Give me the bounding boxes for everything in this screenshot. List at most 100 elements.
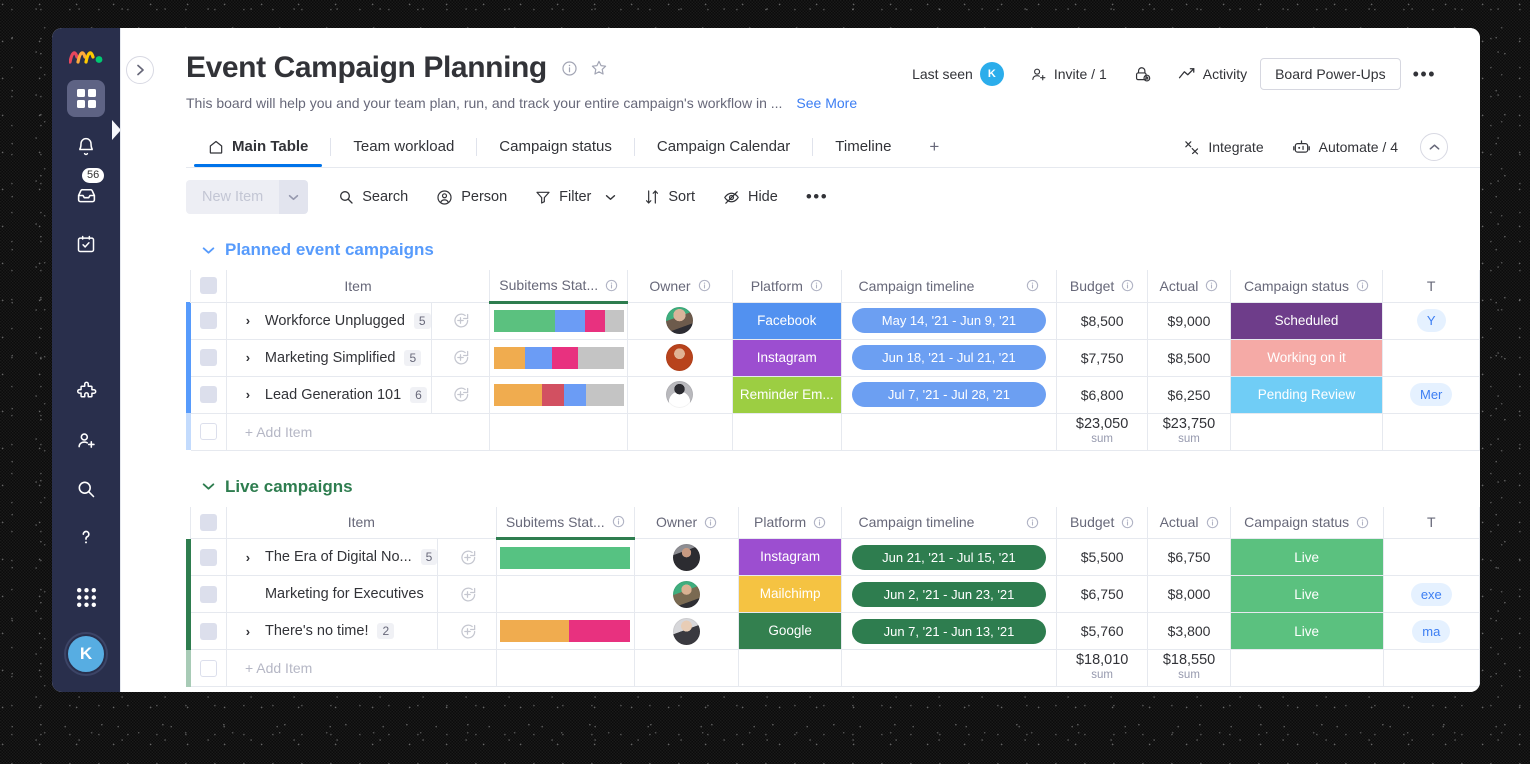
add-update-cell[interactable] (437, 612, 497, 650)
add-update-cell[interactable] (437, 575, 497, 613)
column-header-owner[interactable]: Owner (627, 270, 733, 303)
avatar[interactable] (666, 381, 694, 408)
avatar[interactable] (666, 307, 694, 334)
row-checkbox[interactable] (199, 659, 217, 677)
budget-cell[interactable]: $5,760 (1055, 612, 1149, 650)
table-row[interactable]: › Workforce Unplugged 5 Facebook May 14,… (186, 301, 1480, 340)
sidebar-item-home-grid[interactable] (67, 79, 105, 117)
toolbar-more-button[interactable]: ••• (792, 186, 842, 208)
platform-cell[interactable]: Instagram (731, 338, 842, 377)
row-checkbox[interactable] (199, 349, 217, 366)
row-checkbox-cell[interactable] (190, 301, 227, 340)
item-name-cell[interactable]: › Workforce Unplugged 5 (225, 301, 432, 340)
info-icon[interactable] (810, 279, 823, 292)
add-item-cell[interactable]: + Add Item (225, 412, 491, 451)
row-checkbox-cell[interactable] (190, 538, 227, 576)
subitems-status-cell[interactable] (489, 338, 629, 377)
row-checkbox-cell[interactable] (190, 375, 227, 414)
table-row[interactable]: › There's no time! 2 Google Jun 7, '21 -… (186, 612, 1480, 650)
table-row[interactable]: › Marketing Simplified 5 Instagram Jun 1… (186, 338, 1480, 377)
owner-cell[interactable] (627, 375, 733, 414)
info-icon[interactable] (704, 516, 717, 529)
status-cell[interactable]: Live (1229, 538, 1384, 576)
owner-cell[interactable] (633, 612, 740, 650)
sort-button[interactable]: Sort (630, 183, 709, 211)
column-header-tags[interactable]: T (1382, 506, 1480, 539)
column-header-item[interactable]: Item (225, 270, 491, 303)
sidebar-item-apps[interactable] (67, 373, 105, 410)
tab-team-workload[interactable]: Team workload (331, 128, 476, 166)
column-header-actual[interactable]: Actual (1147, 506, 1231, 539)
expand-subitems-icon[interactable]: › (237, 350, 259, 365)
invite-button[interactable]: Invite / 1 (1017, 66, 1120, 83)
sidebar-item-inbox[interactable]: 56 (67, 168, 105, 214)
timeline-cell[interactable]: Jul 7, '21 - Jul 28, '21 (840, 375, 1057, 414)
actual-cell[interactable]: $8,000 (1147, 575, 1231, 613)
item-name-cell[interactable]: › The Era of Digital No... 5 (225, 538, 439, 576)
status-cell[interactable]: Pending Review (1229, 375, 1384, 414)
column-header-owner[interactable]: Owner (633, 506, 740, 539)
info-icon[interactable] (1121, 516, 1134, 529)
add-item-row[interactable]: + Add Item $23,050 sum $23,750 sum (186, 412, 1480, 451)
owner-cell[interactable] (633, 575, 740, 613)
timeline-cell[interactable]: Jun 2, '21 - Jun 23, '21 (840, 575, 1057, 613)
timeline-cell[interactable]: Jun 18, '21 - Jul 21, '21 (840, 338, 1057, 377)
tags-cell[interactable]: Y (1382, 301, 1480, 340)
search-button[interactable]: Search (324, 183, 422, 211)
sidebar-item-notifications[interactable] (67, 129, 105, 166)
row-checkbox-cell[interactable] (190, 412, 227, 451)
tags-cell[interactable]: Mer (1382, 375, 1480, 414)
column-header-tags[interactable]: T (1382, 270, 1480, 303)
info-icon[interactable] (1026, 516, 1039, 529)
last-seen[interactable]: Last seen K (899, 62, 1017, 86)
info-icon[interactable] (605, 279, 618, 292)
owner-cell[interactable] (627, 338, 733, 377)
favorite-star-icon[interactable] (590, 59, 608, 77)
automate-button[interactable]: Automate / 4 (1278, 139, 1412, 156)
collapse-header-button[interactable] (1420, 133, 1448, 161)
status-cell[interactable]: Live (1229, 575, 1384, 613)
subitems-status-cell[interactable] (495, 575, 635, 613)
sidebar-item-search[interactable] (67, 470, 105, 507)
table-row[interactable]: › The Era of Digital No... 5 Instagram J… (186, 538, 1480, 576)
new-item-caret[interactable] (279, 180, 309, 214)
expand-subitems-icon[interactable]: › (237, 387, 259, 402)
board-permissions-button[interactable] (1120, 65, 1165, 84)
actual-cell[interactable]: $6,750 (1147, 538, 1231, 576)
tag-chip[interactable]: Mer (1409, 383, 1453, 406)
board-power-ups-button[interactable]: Board Power-Ups (1260, 58, 1401, 90)
sidebar-item-help[interactable] (67, 519, 105, 556)
tags-cell[interactable]: ma (1382, 612, 1480, 650)
actual-cell[interactable]: $8,500 (1147, 338, 1231, 377)
user-avatar[interactable]: K (66, 634, 106, 675)
tab-campaign-calendar[interactable]: Campaign Calendar (635, 128, 812, 166)
sidebar-item-my-work[interactable] (67, 226, 105, 263)
tag-chip[interactable]: Y (1416, 309, 1446, 332)
column-header-campaign-status[interactable]: Campaign status (1229, 270, 1384, 303)
status-cell[interactable]: Scheduled (1229, 301, 1384, 340)
subitems-status-cell[interactable] (495, 538, 635, 576)
subitems-status-cell[interactable] (489, 375, 629, 414)
tags-cell[interactable] (1382, 538, 1480, 576)
chevron-down-icon[interactable] (202, 482, 215, 491)
row-checkbox-cell[interactable] (190, 612, 227, 650)
owner-cell[interactable] (627, 301, 733, 340)
add-update-cell[interactable] (430, 301, 491, 340)
owner-cell[interactable] (633, 538, 740, 576)
row-checkbox[interactable] (199, 423, 217, 440)
actual-cell[interactable]: $6,250 (1147, 375, 1231, 414)
budget-cell[interactable]: $7,750 (1055, 338, 1149, 377)
info-icon[interactable] (612, 515, 625, 528)
row-checkbox-cell[interactable] (190, 649, 227, 687)
row-checkbox[interactable] (199, 548, 217, 566)
add-item-row[interactable]: + Add Item $18,010 sum $18,550 sum (186, 649, 1480, 687)
expand-subitems-icon[interactable]: › (237, 313, 259, 328)
expand-subitems-icon[interactable]: › (237, 550, 259, 565)
integrate-button[interactable]: Integrate (1169, 139, 1277, 156)
timeline-cell[interactable]: Jun 21, '21 - Jul 15, '21 (840, 538, 1057, 576)
add-item-cell[interactable]: + Add Item (225, 649, 497, 687)
see-more-link[interactable]: See More (796, 95, 857, 111)
add-update-icon[interactable] (432, 385, 489, 404)
info-icon[interactable] (1356, 516, 1369, 529)
item-name-cell[interactable]: › There's no time! 2 (225, 612, 439, 650)
